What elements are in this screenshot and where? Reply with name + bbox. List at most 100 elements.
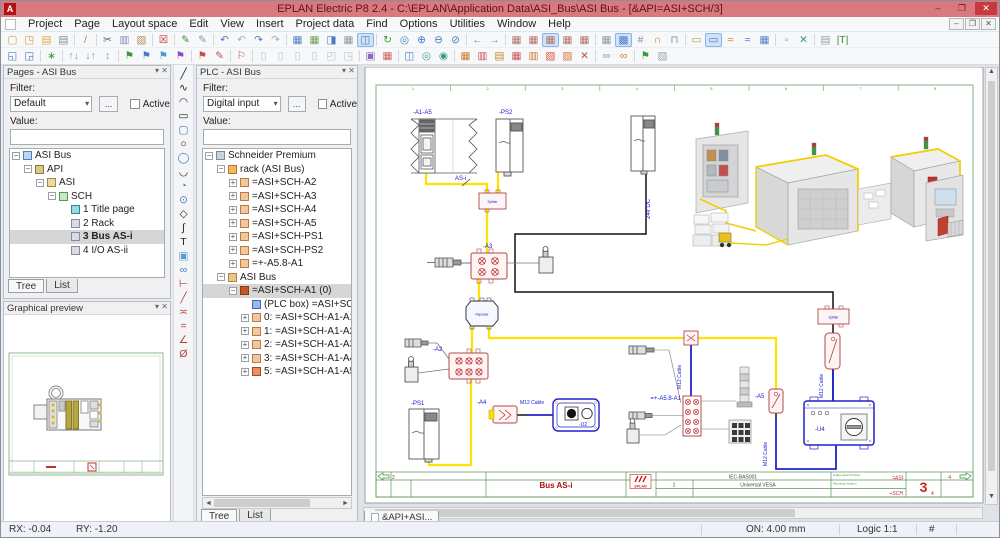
titlebar[interactable]: A EPLAN Electric P8 2.4 - C:\EPLAN\Appli… (1, 1, 999, 17)
hatch-icon[interactable]: ▨ (654, 49, 671, 63)
window-new-icon[interactable]: ◲ (21, 49, 38, 63)
move-handle-icon[interactable]: ✕ (795, 33, 812, 47)
plc-navigator-icon[interactable]: ◫ (401, 49, 418, 63)
expand-icon[interactable]: + (229, 192, 237, 200)
pages-tree-item[interactable]: 1 Title page (10, 203, 164, 217)
plc-value-input[interactable] (203, 129, 351, 145)
minimize-button[interactable]: – (927, 2, 949, 15)
redo-icon[interactable]: ↷ (250, 33, 267, 47)
plc-filter-browse-button[interactable]: ... (288, 96, 306, 112)
plc-tree-hscrollbar[interactable]: ◄ ► (202, 497, 352, 509)
clip-3-icon[interactable]: ▯ (289, 49, 306, 63)
sort-up-icon[interactable]: ↑↓ (65, 49, 82, 63)
expand-icon[interactable]: + (241, 327, 249, 335)
panel-close-icon[interactable]: ✕ (348, 66, 355, 75)
scroll-right-icon[interactable]: ► (340, 500, 351, 507)
plc-tree-item[interactable]: +1: =ASI+SCH-A1-A2 (203, 325, 351, 339)
settings-wrench-icon[interactable]: / (77, 33, 94, 47)
text-icon[interactable]: T (176, 235, 192, 249)
scrollbar-thumb[interactable] (214, 499, 310, 507)
grid-a-icon[interactable]: ▦ (508, 33, 525, 47)
navigator-icon[interactable]: ▦ (289, 33, 306, 47)
child-restore-button[interactable]: ❐ (965, 18, 980, 30)
expand-icon[interactable]: + (229, 233, 237, 241)
doc-in-icon[interactable]: ◰ (323, 49, 340, 63)
menu-layout-space[interactable]: Layout space (106, 18, 183, 30)
menu-project-data[interactable]: Project data (290, 18, 361, 30)
line-icon[interactable]: ╱ (176, 67, 192, 81)
collapse-icon[interactable]: − (217, 165, 225, 173)
edit-table-icon[interactable]: ◨ (323, 33, 340, 47)
increment-c-icon[interactable]: ▦ (756, 33, 773, 47)
collapse-icon[interactable]: − (24, 165, 32, 173)
child-minimize-button[interactable]: – (949, 18, 964, 30)
box-red-2-icon[interactable]: ▨ (559, 49, 576, 63)
terminal-block-a58[interactable] (683, 396, 701, 436)
canvas-hscrollbar[interactable]: ◄ (363, 507, 983, 519)
plc-tree-item[interactable]: −Schneider Premium (203, 149, 351, 163)
addr-4-icon[interactable]: ▦ (508, 49, 525, 63)
pages-tree-item[interactable]: −API (10, 163, 164, 177)
pages-active-checkbox[interactable] (130, 99, 140, 109)
panel-close-icon[interactable]: ✕ (161, 302, 168, 311)
marker-green-icon[interactable]: ⚑ (121, 49, 138, 63)
expand-icon[interactable]: + (229, 260, 237, 268)
format-copy-icon[interactable]: ✎ (194, 33, 211, 47)
pages-tab-tree[interactable]: Tree (8, 279, 44, 293)
print-icon[interactable]: ▤ (55, 33, 72, 47)
plc-tree-item[interactable]: +2: =ASI+SCH-A1-A3 (203, 338, 351, 352)
rectangle-rounded-icon[interactable]: ▢ (176, 123, 192, 137)
pages-value-input[interactable] (10, 129, 164, 145)
plc-data-icon[interactable]: ◉ (435, 49, 452, 63)
dimension-continued-icon[interactable]: = (176, 319, 192, 333)
plc-tree-item[interactable]: +0: =ASI+SCH-A1-A1 (203, 311, 351, 325)
collapse-icon[interactable]: − (12, 152, 20, 160)
arc-icon[interactable]: ◡ (176, 165, 192, 179)
pages-tree-item[interactable]: −ASI (10, 176, 164, 190)
plc-tree-item[interactable]: +=ASI+SCH-A5 (203, 217, 351, 231)
maximize-button[interactable]: ❐ (951, 2, 973, 15)
format-paint-icon[interactable]: ✎ (177, 33, 194, 47)
addr-5-icon[interactable]: ▥ (525, 49, 542, 63)
collapse-icon[interactable]: − (229, 287, 237, 295)
panel-close-icon[interactable]: ✕ (161, 66, 168, 75)
device-a4[interactable] (489, 406, 517, 423)
workspace-icon[interactable]: ◫ (357, 33, 374, 47)
plc-tree-item[interactable]: +=+-A5.8-A1 (203, 257, 351, 271)
collapse-icon[interactable]: − (205, 152, 213, 160)
expand-icon[interactable]: + (241, 368, 249, 376)
sort-both-icon[interactable]: ↕ (99, 49, 116, 63)
dimension-chain-icon[interactable]: ≍ (176, 305, 192, 319)
dimension-angle-icon[interactable]: ∠ (176, 333, 192, 347)
plc-tree-item[interactable]: +=ASI+SCH-PS1 (203, 230, 351, 244)
scroll-down-icon[interactable]: ▼ (986, 493, 997, 504)
plc-tree[interactable]: −Schneider Premium−rack (ASI Bus)+=ASI+S… (202, 148, 352, 496)
m12-connector[interactable] (825, 333, 840, 369)
delete-red-icon[interactable]: ✕ (576, 49, 593, 63)
link-b-icon[interactable]: ∞ (615, 49, 632, 63)
child-close-button[interactable]: ✕ (981, 18, 996, 30)
page-properties-icon[interactable]: ▤ (38, 33, 55, 47)
dimension-line-icon[interactable]: ╱ (176, 291, 192, 305)
edit-red-icon[interactable]: ✎ (211, 49, 228, 63)
undo-list-icon[interactable]: ↶ (233, 33, 250, 47)
panel-pin-icon[interactable]: ▾ (342, 66, 346, 75)
marker-blue-icon[interactable]: ⚑ (138, 49, 155, 63)
canvas-vscrollbar[interactable]: ▲ ▼ (985, 67, 998, 505)
expand-icon[interactable]: + (241, 314, 249, 322)
spline-icon[interactable]: ∫ (176, 221, 192, 235)
snap-logic-icon[interactable]: ⊓ (666, 33, 683, 47)
grid-c-icon[interactable]: ▦ (542, 33, 559, 47)
device-a5[interactable] (769, 389, 783, 413)
close-button[interactable]: ✕ (975, 2, 997, 15)
copy-icon[interactable]: ▥ (116, 33, 133, 47)
collapse-icon[interactable]: − (217, 273, 225, 281)
expand-icon[interactable]: + (229, 206, 237, 214)
schematic-canvas[interactable]: 12345678 (358, 65, 999, 521)
marker-red-icon[interactable]: ⚑ (194, 49, 211, 63)
pages-tree[interactable]: −ASI Bus−API−ASI−SCH1 Title page2 Rack3 … (9, 148, 165, 278)
device-u4[interactable] (804, 397, 874, 449)
device-a3[interactable] (471, 249, 507, 283)
coord-rel-icon[interactable]: ▭ (705, 33, 722, 47)
zoom-in-icon[interactable]: ⊕ (413, 33, 430, 47)
